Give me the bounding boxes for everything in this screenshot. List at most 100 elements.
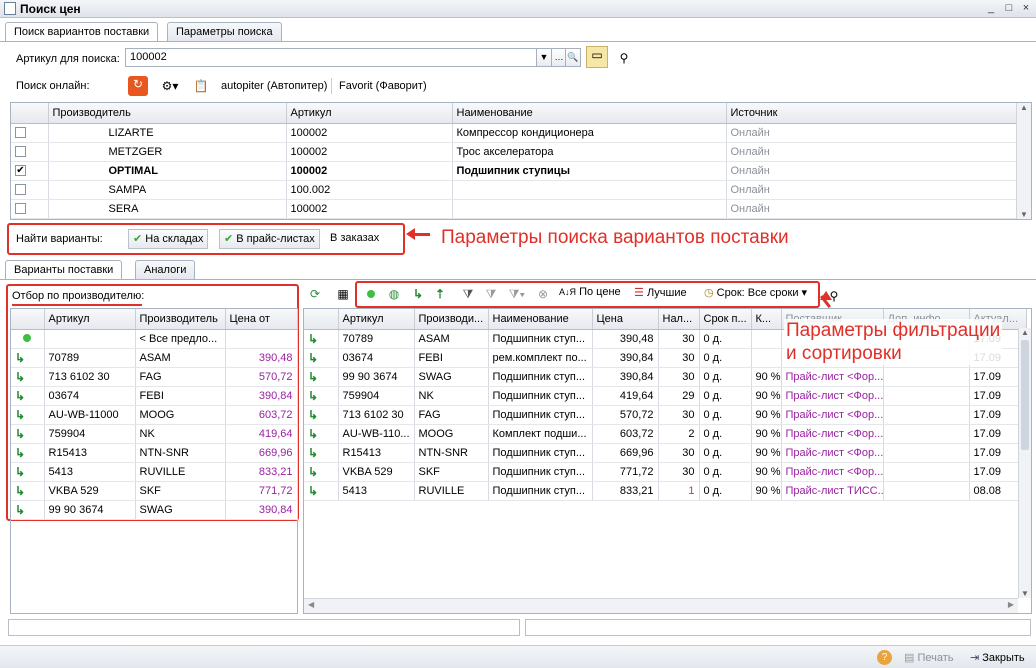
online-source-favorit[interactable]: Favorit (Фаворит) (339, 80, 427, 92)
table-row[interactable]: ↳ VKBA 529 SKF Подшипник ступ... 771,72 30 0 д… (304, 462, 1027, 482)
separator (331, 78, 332, 94)
term-dropdown[interactable]: ◷ Срок: Все сроки ▾ (704, 286, 807, 299)
table-row[interactable]: ↳ 5413 RUVILLE Подшипник ступ... 833,21 1 0 д.… (304, 481, 1027, 501)
term-label: Срок: Все сроки (716, 287, 799, 299)
close-button[interactable]: ⇥ Закрыть (970, 651, 1025, 664)
table-row[interactable]: ↳ R15413 NTN-SNR Подшипник ступ... 669,96 30 0… (304, 443, 1027, 463)
table-row[interactable]: LIZARTE 100002 Компрессор кондиционера О… (11, 123, 1017, 143)
columns-icon[interactable]: ▦ (334, 286, 352, 302)
help-icon[interactable]: ? (877, 650, 892, 665)
column-header-maker[interactable]: Производитель (48, 103, 287, 124)
offers-v-scrollbar[interactable]: ▲ ▼ (1018, 328, 1031, 598)
filter-disabled-icon[interactable]: ⧩ (483, 286, 499, 302)
best-button[interactable]: ☰ Лучшие (634, 286, 687, 299)
column-header-qty[interactable]: Нал... (658, 309, 700, 330)
table-row[interactable]: ↳ 99 90 3674 SWAG 390,84 (11, 500, 298, 520)
price-cell: 669,96 (592, 443, 659, 463)
table-row[interactable]: METZGER 100002 Трос акселератора Онлайн (11, 142, 1017, 162)
table-row[interactable]: ↳ AU-WB-11000 MOOG 603,72 (11, 405, 298, 425)
column-header-article[interactable]: Артикул (338, 309, 415, 330)
table-row[interactable]: ✔ OPTIMAL 100002 Подшипник ступицы Онлай… (11, 161, 1017, 181)
table-row[interactable]: SAMPA 100.002 Онлайн (11, 180, 1017, 200)
offer-arrow-icon: ↳ (11, 386, 45, 406)
close-window-button[interactable]: × (1019, 2, 1033, 15)
column-header-maker[interactable]: Производитель (135, 309, 226, 330)
column-header-price-from[interactable]: Цена от (225, 309, 298, 330)
in-orders-button[interactable]: В заказах (325, 229, 384, 249)
maker-cell: SKF (135, 481, 226, 501)
column-header-check (11, 103, 49, 124)
in-stock-label: На складах (145, 233, 204, 245)
tab-delivery-variants[interactable]: Варианты поставки (5, 260, 123, 280)
row-checkbox[interactable] (15, 127, 26, 139)
table-row[interactable]: ↳ R15413 NTN-SNR 669,96 (11, 443, 298, 463)
print-button[interactable]: ▤ Печать (904, 651, 954, 664)
column-header-name[interactable]: Наименование (488, 309, 593, 330)
table-row-all[interactable]: < Все предло... (11, 329, 298, 349)
price-cell: 669,96 (225, 443, 298, 463)
search-input[interactable]: 100002 (125, 48, 537, 67)
column-header-term[interactable]: Срок п... (699, 309, 752, 330)
offers-h-scrollbar[interactable]: ◀ ▶ (304, 598, 1018, 613)
table-row[interactable]: ↳ 99 90 3674 SWAG Подшипник ступ... 390,84 30… (304, 367, 1027, 387)
arrow-down-right-icon[interactable]: ↳ (410, 286, 426, 302)
row-checkbox[interactable] (15, 203, 26, 215)
refresh-online-icon[interactable]: ↻ (128, 76, 148, 96)
variants-scrollbar[interactable]: ▲ ▼ (1016, 103, 1031, 219)
column-header-article[interactable]: Артикул (44, 309, 136, 330)
table-row[interactable]: ↳ 70789 ASAM 390,48 (11, 348, 298, 368)
clipboard-icon[interactable]: 📋 (193, 78, 209, 94)
online-source-autopiter[interactable]: autopiter (Автопитер) (221, 80, 327, 92)
row-checkbox[interactable] (15, 146, 26, 158)
tab-search-params[interactable]: Параметры поиска (167, 22, 282, 41)
minimize-button[interactable]: _ (984, 2, 998, 15)
table-row[interactable]: SERA 100002 Онлайн (11, 199, 1017, 219)
search-label: Артикул для поиска: (16, 53, 120, 65)
table-row[interactable]: ↳ 759904 NK Подшипник ступ... 419,64 29 0 д. 90… (304, 386, 1027, 406)
k-cell: 90 % (751, 481, 782, 501)
filter-clear-icon[interactable]: ⊗ (535, 286, 551, 302)
term-cell: 0 д. (699, 367, 752, 387)
in-stock-button[interactable]: ✔ На складах (128, 229, 209, 249)
arrow-up-icon[interactable]: ⇡ (432, 286, 448, 302)
filter-icon[interactable]: ⧩ (459, 286, 477, 302)
article-cell: 100002 (286, 123, 453, 143)
table-row[interactable]: ↳ 759904 NK 419,64 (11, 424, 298, 444)
maker-cell: RUVILLE (135, 462, 226, 482)
dropdown-button[interactable]: ▼ (536, 48, 552, 67)
sort-by-price-button[interactable]: A↓Я По цене (559, 286, 621, 298)
table-row[interactable]: ↳ VKBA 529 SKF 771,72 (11, 481, 298, 501)
maximize-button[interactable]: □ (1002, 2, 1016, 15)
folder-icon[interactable]: ▭ (586, 46, 608, 68)
term-cell: 0 д. (699, 443, 752, 463)
price-cell: 833,21 (592, 481, 659, 501)
binoculars-icon[interactable]: ⚲ (616, 50, 632, 66)
column-header-name[interactable]: Наименование (452, 103, 727, 124)
article-cell: R15413 (44, 443, 136, 463)
tab-analogs[interactable]: Аналоги (135, 260, 196, 279)
row-checkbox[interactable] (15, 184, 26, 196)
table-row[interactable]: ↳ 5413 RUVILLE 833,21 (11, 462, 298, 482)
globe-icon[interactable]: ◍ (386, 286, 402, 302)
settings-icon[interactable]: ⚙▾ (157, 78, 183, 94)
price-cell: 390,84 (225, 386, 298, 406)
in-pricelists-button[interactable]: ✔ В прайс-листах (219, 229, 320, 249)
table-row[interactable]: ↳ AU-WB-110... MOOG Комплект подши... 603,72… (304, 424, 1027, 444)
search-icon[interactable]: 🔍 (565, 48, 581, 67)
column-header-k[interactable]: К... (751, 309, 782, 330)
all-green-dot-icon[interactable] (364, 286, 378, 302)
filter-dropdown-icon[interactable]: ⧩▾ (505, 286, 529, 302)
column-header-maker[interactable]: Производи... (414, 309, 489, 330)
table-row[interactable]: ↳ 713 6102 30 FAG Подшипник ступ... 570,72 30… (304, 405, 1027, 425)
refresh-icon[interactable]: ⟳ (307, 286, 323, 302)
name-cell: рем.комплект по... (488, 348, 593, 368)
table-row[interactable]: ↳ 713 6102 30 FAG 570,72 (11, 367, 298, 387)
tab-search-variants[interactable]: Поиск вариантов поставки (5, 22, 159, 42)
column-header-price[interactable]: Цена (592, 309, 659, 330)
term-cell: 0 д. (699, 405, 752, 425)
column-header-source[interactable]: Источник (726, 103, 1017, 124)
price-cell: 570,72 (225, 367, 298, 387)
table-row[interactable]: ↳ 03674 FEBI 390,84 (11, 386, 298, 406)
row-checkbox-checked[interactable]: ✔ (15, 165, 26, 177)
column-header-article[interactable]: Артикул (286, 103, 453, 124)
